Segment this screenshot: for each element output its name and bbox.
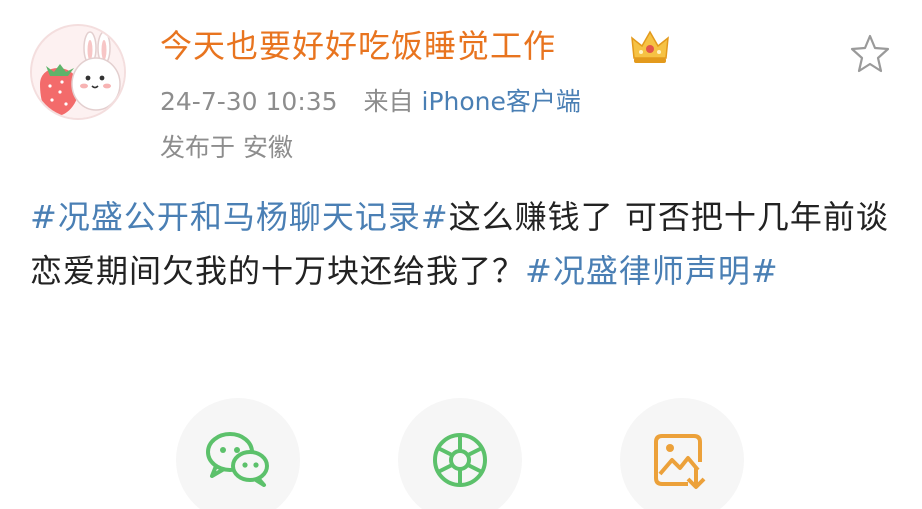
post-time: 24-7-30 10:35: [160, 87, 338, 116]
post-header: 今天也要好好吃饭睡觉工作 24-7-30 10:35 来自 iPhone客户端 …: [0, 0, 922, 180]
star-icon[interactable]: [848, 32, 892, 76]
hashtag-link[interactable]: #况盛公开和马杨聊天记录#: [30, 198, 449, 236]
save-image-icon: [654, 434, 706, 489]
crown-icon: [631, 30, 669, 63]
client-link[interactable]: iPhone客户端: [422, 87, 581, 116]
source-prefix: 来自: [363, 87, 414, 116]
share-wechat-button[interactable]: [176, 398, 300, 509]
share-bar: [0, 398, 922, 509]
hashtag-link[interactable]: #况盛律师声明#: [525, 252, 779, 290]
author-name[interactable]: 今天也要好好吃饭睡觉工作: [160, 24, 556, 68]
moments-icon: [433, 433, 487, 487]
wechat-icon: [206, 432, 269, 487]
avatar[interactable]: [30, 24, 126, 120]
save-image-button[interactable]: [620, 398, 744, 509]
post-location: 发布于 安徽: [160, 133, 293, 162]
post-meta: 24-7-30 10:35 来自 iPhone客户端: [160, 84, 581, 120]
strawberry-bunny-icon: [32, 26, 124, 118]
post-content: #况盛公开和马杨聊天记录#这么赚钱了 可否把十几年前谈恋爱期间欠我的十万块还给我…: [30, 190, 890, 298]
share-moments-button[interactable]: [398, 398, 522, 509]
